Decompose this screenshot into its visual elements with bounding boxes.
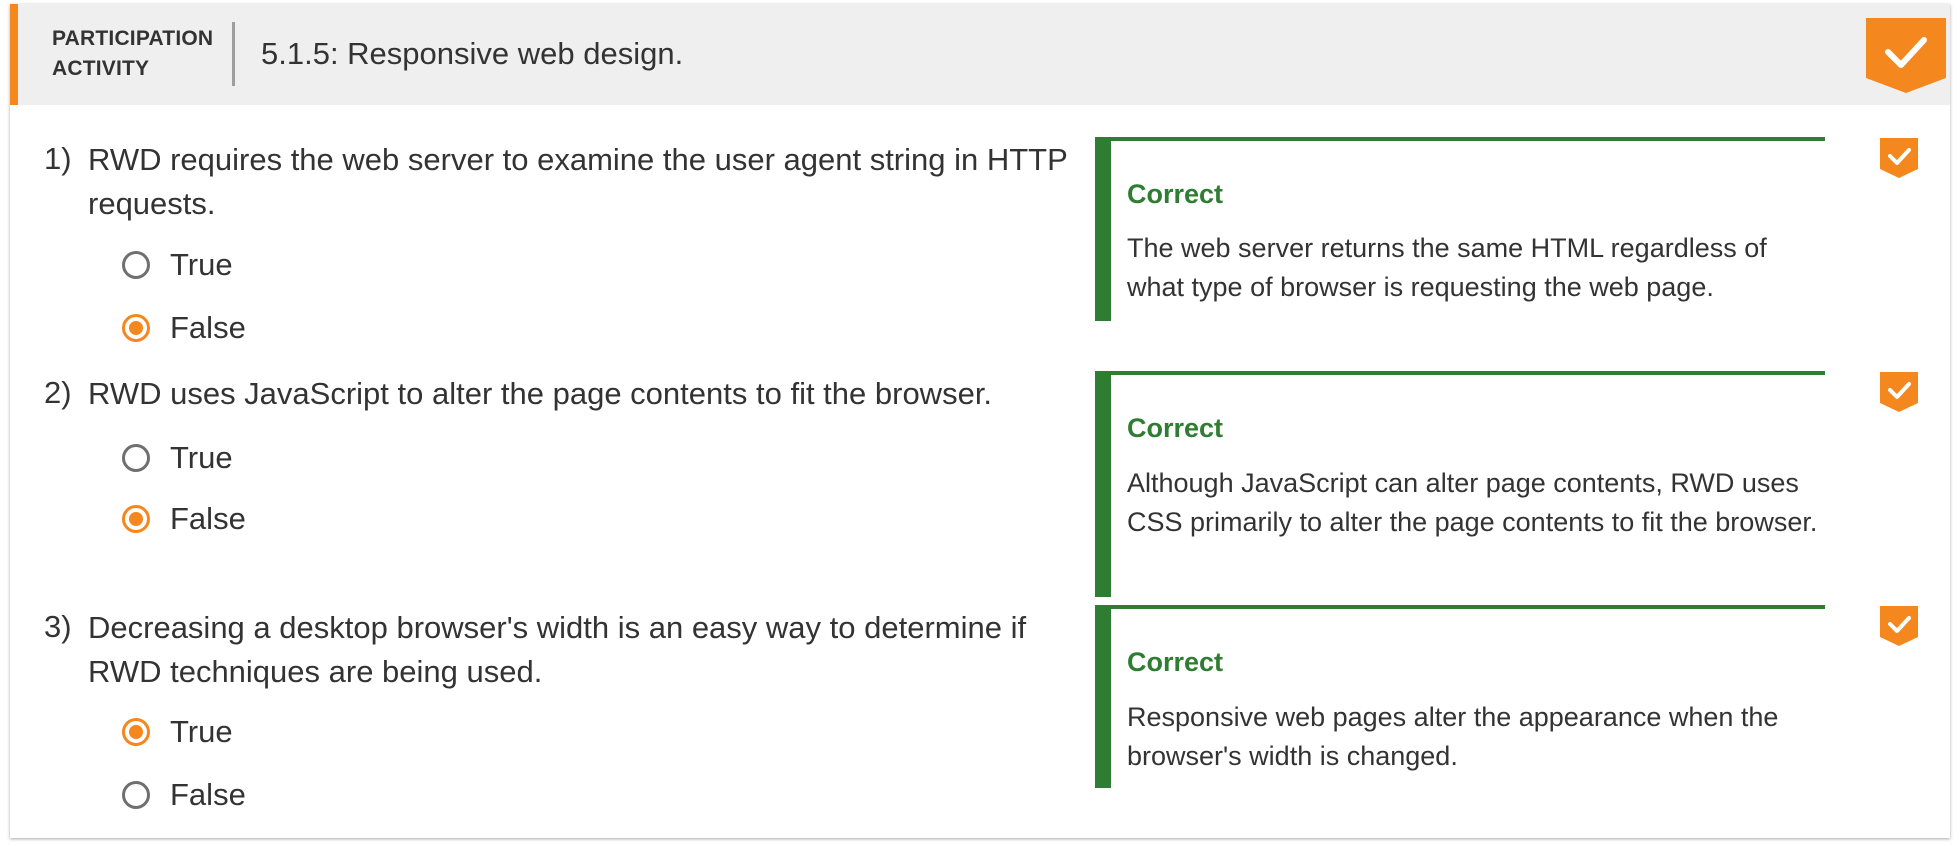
feedback-title: Correct: [1127, 179, 1224, 209]
radio-button-selected[interactable]: [122, 505, 150, 533]
correct-check-icon: [1880, 606, 1918, 646]
feedback-title: Correct: [1127, 647, 1224, 677]
activity-type-label: PARTICIPATION ACTIVITY: [52, 27, 214, 80]
participation-activity-card: PARTICIPATION ACTIVITY 5.1.5: Responsive…: [10, 4, 1950, 838]
option-true[interactable]: True: [122, 243, 233, 287]
option-false[interactable]: False: [122, 773, 246, 817]
check-badge-icon: [1866, 18, 1946, 93]
question-number: 2): [44, 375, 72, 410]
feedback-panel: Correct Responsive web pages alter the a…: [1095, 605, 1825, 788]
activity-title: 5.1.5: Responsive web design.: [261, 36, 684, 71]
correct-check-icon: [1880, 372, 1918, 412]
feedback-text: The web server returns the same HTML reg…: [1127, 233, 1767, 302]
feedback-panel: Correct The web server returns the same …: [1095, 137, 1825, 321]
feedback-panel: Correct Although JavaScript can alter pa…: [1095, 371, 1825, 597]
radio-button[interactable]: [122, 251, 150, 279]
option-label: True: [170, 714, 233, 749]
option-label: False: [170, 310, 246, 345]
radio-button-selected[interactable]: [122, 718, 150, 746]
option-label: False: [170, 777, 246, 812]
radio-button-selected[interactable]: [122, 314, 150, 342]
feedback-text: Responsive web pages alter the appearanc…: [1127, 702, 1779, 771]
option-label: False: [170, 501, 246, 536]
radio-button[interactable]: [122, 444, 150, 472]
question-text: Decreasing a desktop browser's width is …: [88, 610, 1027, 689]
question-text: RWD uses JavaScript to alter the page co…: [88, 376, 993, 411]
option-true[interactable]: True: [122, 436, 233, 480]
feedback-text: Although JavaScript can alter page conte…: [1127, 468, 1818, 537]
question-number: 3): [44, 609, 72, 644]
option-false[interactable]: False: [122, 497, 246, 541]
correct-check-icon: [1880, 138, 1918, 178]
option-label: True: [170, 247, 233, 282]
option-label: True: [170, 440, 233, 475]
question-text: RWD requires the web server to examine t…: [88, 142, 1068, 221]
activity-header: PARTICIPATION ACTIVITY 5.1.5: Responsive…: [10, 4, 1950, 105]
option-true[interactable]: True: [122, 710, 233, 754]
option-false[interactable]: False: [122, 306, 246, 350]
question-number: 1): [44, 141, 72, 176]
radio-button[interactable]: [122, 781, 150, 809]
feedback-title: Correct: [1127, 413, 1224, 443]
header-divider: [232, 22, 235, 86]
